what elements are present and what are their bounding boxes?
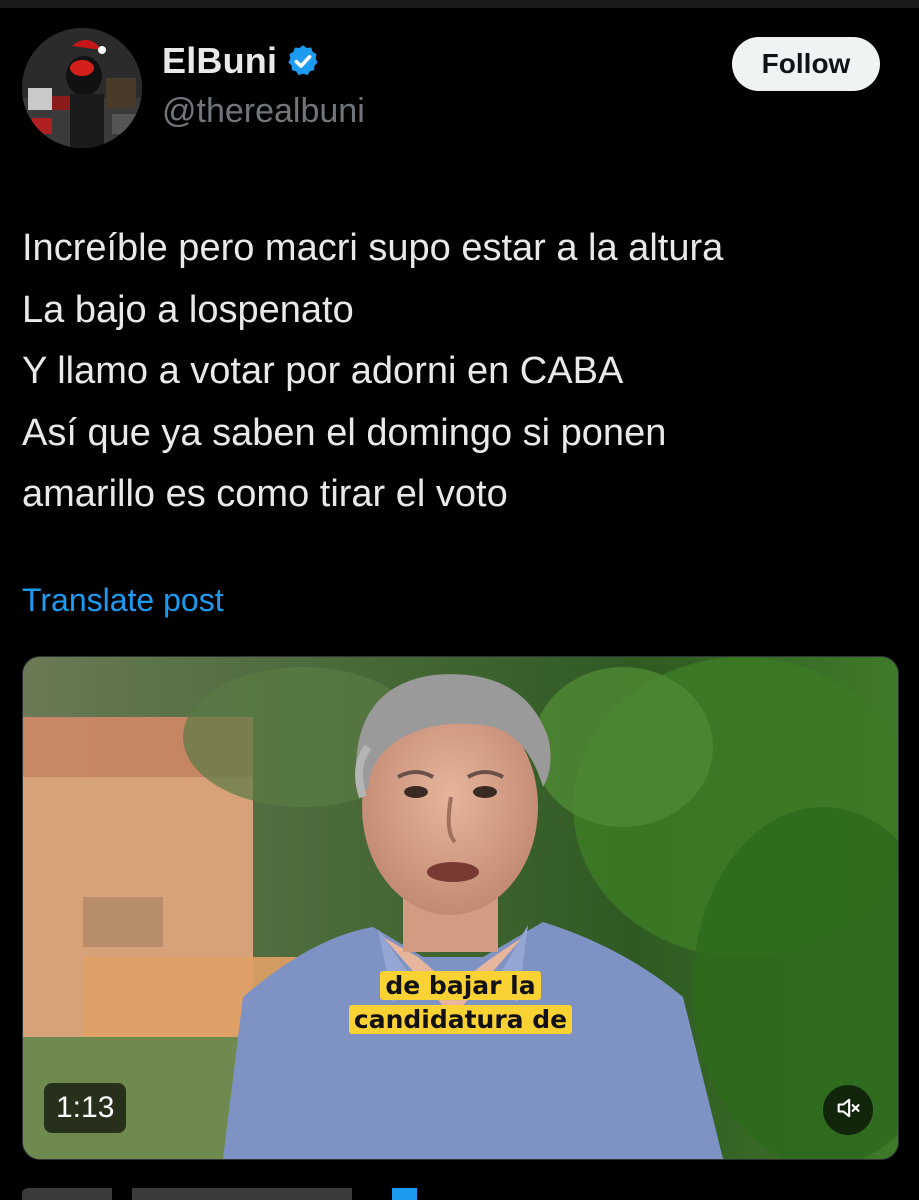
video-player[interactable]: de bajar la candidatura de 1:13 bbox=[22, 656, 899, 1160]
muted-speaker-icon bbox=[834, 1094, 862, 1127]
video-duration-badge: 1:13 bbox=[44, 1083, 127, 1133]
avatar-image bbox=[22, 28, 142, 148]
post-line: La bajo a lospenato bbox=[22, 288, 354, 331]
display-name-text: ElBuni bbox=[162, 40, 278, 81]
caption-text: candidatura de bbox=[348, 1005, 573, 1034]
translate-post-link[interactable]: Translate post bbox=[22, 582, 224, 619]
verified-badge-icon bbox=[285, 43, 321, 79]
post-line: Increíble pero macri supo estar a la alt… bbox=[22, 227, 724, 269]
top-edge bbox=[0, 0, 919, 8]
post-line: Así que ya saben el domingo si ponen bbox=[22, 411, 667, 454]
video-caption-line-2: candidatura de bbox=[23, 1005, 898, 1034]
author-avatar[interactable] bbox=[22, 28, 142, 148]
video-frame bbox=[23, 657, 898, 1159]
post-body: Increíble pero macri supo estar a la alt… bbox=[22, 218, 902, 526]
caption-text: de bajar la bbox=[380, 971, 541, 1000]
author-handle[interactable]: @therealbuni bbox=[162, 92, 365, 131]
next-post-preview-cutoff bbox=[22, 1188, 422, 1200]
post-line: amarillo es como tirar el voto bbox=[22, 473, 508, 515]
video-caption-line-1: de bajar la bbox=[23, 971, 898, 1000]
post-line: Y llamo a votar por adorni en CABA bbox=[22, 350, 624, 392]
follow-button[interactable]: Follow bbox=[732, 37, 880, 91]
author-display-name[interactable]: ElBuni bbox=[162, 40, 321, 82]
mute-toggle-button[interactable] bbox=[823, 1085, 873, 1135]
